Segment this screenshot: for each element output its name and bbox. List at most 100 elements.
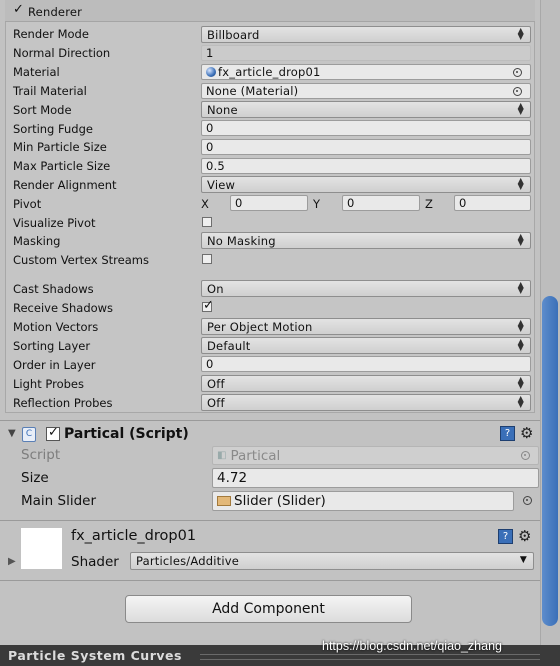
- label-receive-shadows: Receive Shadows: [13, 301, 114, 315]
- renderer-title: Renderer: [28, 5, 83, 19]
- pivot-y-value: 0: [347, 196, 355, 210]
- object-picker-icon[interactable]: [523, 496, 532, 505]
- sorting-layer-dropdown[interactable]: Default ▲ ▼: [201, 337, 531, 354]
- masking-value: No Masking: [207, 233, 276, 248]
- order-in-layer-field[interactable]: 0: [201, 356, 531, 372]
- label-light-probes: Light Probes: [13, 377, 84, 391]
- watermark: https://blog.csdn.net/qiao_zhang: [322, 639, 502, 653]
- label-shader: Shader: [71, 554, 119, 570]
- render-alignment-dropdown[interactable]: View ▲ ▼: [201, 176, 531, 193]
- receive-shadows-checkbox[interactable]: ✓: [202, 298, 214, 313]
- drag-handle[interactable]: [200, 654, 540, 660]
- pivot-z-value: 0: [459, 196, 467, 210]
- shader-dropdown[interactable]: Particles/Additive ▼: [130, 552, 534, 570]
- object-picker-icon[interactable]: [513, 87, 522, 96]
- scrollbar-thumb[interactable]: [542, 296, 558, 626]
- script-field: ◧ Partical: [212, 446, 539, 465]
- size-field[interactable]: 4.72: [212, 468, 539, 488]
- object-picker-icon[interactable]: [513, 68, 522, 77]
- script-value: Partical: [230, 447, 281, 464]
- sorting-fudge-field[interactable]: 0: [201, 120, 531, 136]
- label-order-in-layer: Order in Layer: [13, 358, 96, 372]
- material-name: fx_article_drop01: [71, 528, 197, 544]
- dropdown-arrows-icon: ▲ ▼: [517, 337, 524, 352]
- object-picker-icon: [521, 451, 530, 460]
- pivot-x-field[interactable]: 0: [230, 195, 308, 211]
- sort-mode-value: None: [207, 102, 238, 117]
- dropdown-arrows-icon: ▲ ▼: [517, 26, 524, 41]
- label-max-particle-size: Max Particle Size: [13, 159, 111, 173]
- partical-title: Partical (Script): [64, 426, 189, 442]
- label-trail-material: Trail Material: [13, 84, 87, 98]
- max-particle-size-field[interactable]: 0.5: [201, 158, 531, 174]
- motion-vectors-value: Per Object Motion: [207, 319, 313, 334]
- slider-component-icon: [217, 496, 231, 506]
- label-motion-vectors: Motion Vectors: [13, 320, 99, 334]
- dropdown-arrows-icon: ▲ ▼: [517, 176, 524, 191]
- main-slider-field[interactable]: Slider (Slider): [212, 491, 514, 511]
- sort-mode-dropdown[interactable]: None ▲ ▼: [201, 101, 531, 118]
- chevron-down-icon: ▼: [519, 555, 527, 565]
- label-size: Size: [21, 470, 49, 486]
- sorting-layer-value: Default: [207, 338, 251, 353]
- help-book-icon[interactable]: ?: [500, 426, 515, 441]
- material-expand-arrow-icon[interactable]: ▶: [8, 556, 16, 567]
- label-sorting-layer: Sorting Layer: [13, 339, 91, 353]
- pivot-z-field[interactable]: 0: [454, 195, 531, 211]
- cast-shadows-dropdown[interactable]: On ▲ ▼: [201, 280, 531, 297]
- size-value: 4.72: [217, 470, 248, 486]
- main-slider-value: Slider (Slider): [234, 493, 326, 509]
- label-sort-mode: Sort Mode: [13, 103, 72, 117]
- label-visualize-pivot: Visualize Pivot: [13, 216, 96, 230]
- renderer-header[interactable]: ✓ Renderer: [5, 0, 535, 22]
- partical-divider: [0, 420, 540, 421]
- label-main-slider: Main Slider: [21, 493, 97, 509]
- reflection-probes-dropdown[interactable]: Off ▲ ▼: [201, 394, 531, 411]
- material-preview-thumbnail: [21, 528, 62, 569]
- dropdown-arrows-icon: ▲ ▼: [517, 318, 524, 333]
- label-cast-shadows: Cast Shadows: [13, 282, 94, 296]
- min-particle-size-value: 0: [206, 140, 214, 154]
- render-mode-dropdown[interactable]: Billboard ▲ ▼: [201, 26, 531, 43]
- checkmark-icon: ✓: [203, 298, 214, 313]
- visualize-pivot-checkbox[interactable]: [202, 217, 212, 227]
- checkmark-icon: ✓: [48, 425, 59, 440]
- label-sorting-fudge: Sorting Fudge: [13, 122, 93, 136]
- settings-gear-icon[interactable]: ⚙: [518, 527, 531, 545]
- curves-title: Particle System Curves: [8, 648, 182, 663]
- min-particle-size-field[interactable]: 0: [201, 139, 531, 155]
- particle-system-curves-header[interactable]: Particle System Curves https://blog.csdn…: [0, 639, 560, 666]
- trail-material-value: None (Material): [206, 84, 299, 98]
- normal-direction-field[interactable]: 1: [201, 45, 531, 61]
- material-field[interactable]: fx_article_drop01: [201, 64, 531, 80]
- settings-gear-icon[interactable]: ⚙: [520, 424, 533, 442]
- dropdown-arrows-icon: ▲ ▼: [517, 101, 524, 116]
- label-script: Script: [21, 447, 61, 463]
- motion-vectors-dropdown[interactable]: Per Object Motion ▲ ▼: [201, 318, 531, 335]
- add-component-label: Add Component: [212, 601, 325, 617]
- pivot-y-label: Y: [313, 197, 321, 211]
- partical-enabled-checkbox[interactable]: ✓: [46, 425, 60, 441]
- custom-vertex-streams-checkbox[interactable]: [202, 254, 212, 264]
- render-mode-value: Billboard: [207, 27, 260, 42]
- dropdown-arrows-icon: ▲ ▼: [517, 232, 524, 247]
- light-probes-dropdown[interactable]: Off ▲ ▼: [201, 375, 531, 392]
- label-pivot: Pivot: [13, 197, 42, 211]
- dropdown-arrows-icon: ▲ ▼: [517, 280, 524, 295]
- script-icon: C: [22, 427, 36, 442]
- sorting-fudge-value: 0: [206, 121, 214, 135]
- order-in-layer-value: 0: [206, 357, 214, 371]
- masking-dropdown[interactable]: No Masking ▲ ▼: [201, 232, 531, 249]
- pivot-y-field[interactable]: 0: [342, 195, 420, 211]
- add-component-button[interactable]: Add Component: [125, 595, 412, 623]
- check-icon[interactable]: ✓: [13, 2, 24, 17]
- label-masking: Masking: [13, 234, 61, 248]
- label-reflection-probes: Reflection Probes: [13, 396, 113, 410]
- foldout-arrow-icon[interactable]: ▼: [8, 428, 16, 439]
- reflection-probes-value: Off: [207, 395, 225, 410]
- shader-value: Particles/Additive: [136, 554, 240, 568]
- label-render-alignment: Render Alignment: [13, 178, 117, 192]
- pivot-x-value: 0: [235, 196, 243, 210]
- trail-material-field[interactable]: None (Material): [201, 83, 531, 99]
- help-book-icon[interactable]: ?: [498, 529, 513, 544]
